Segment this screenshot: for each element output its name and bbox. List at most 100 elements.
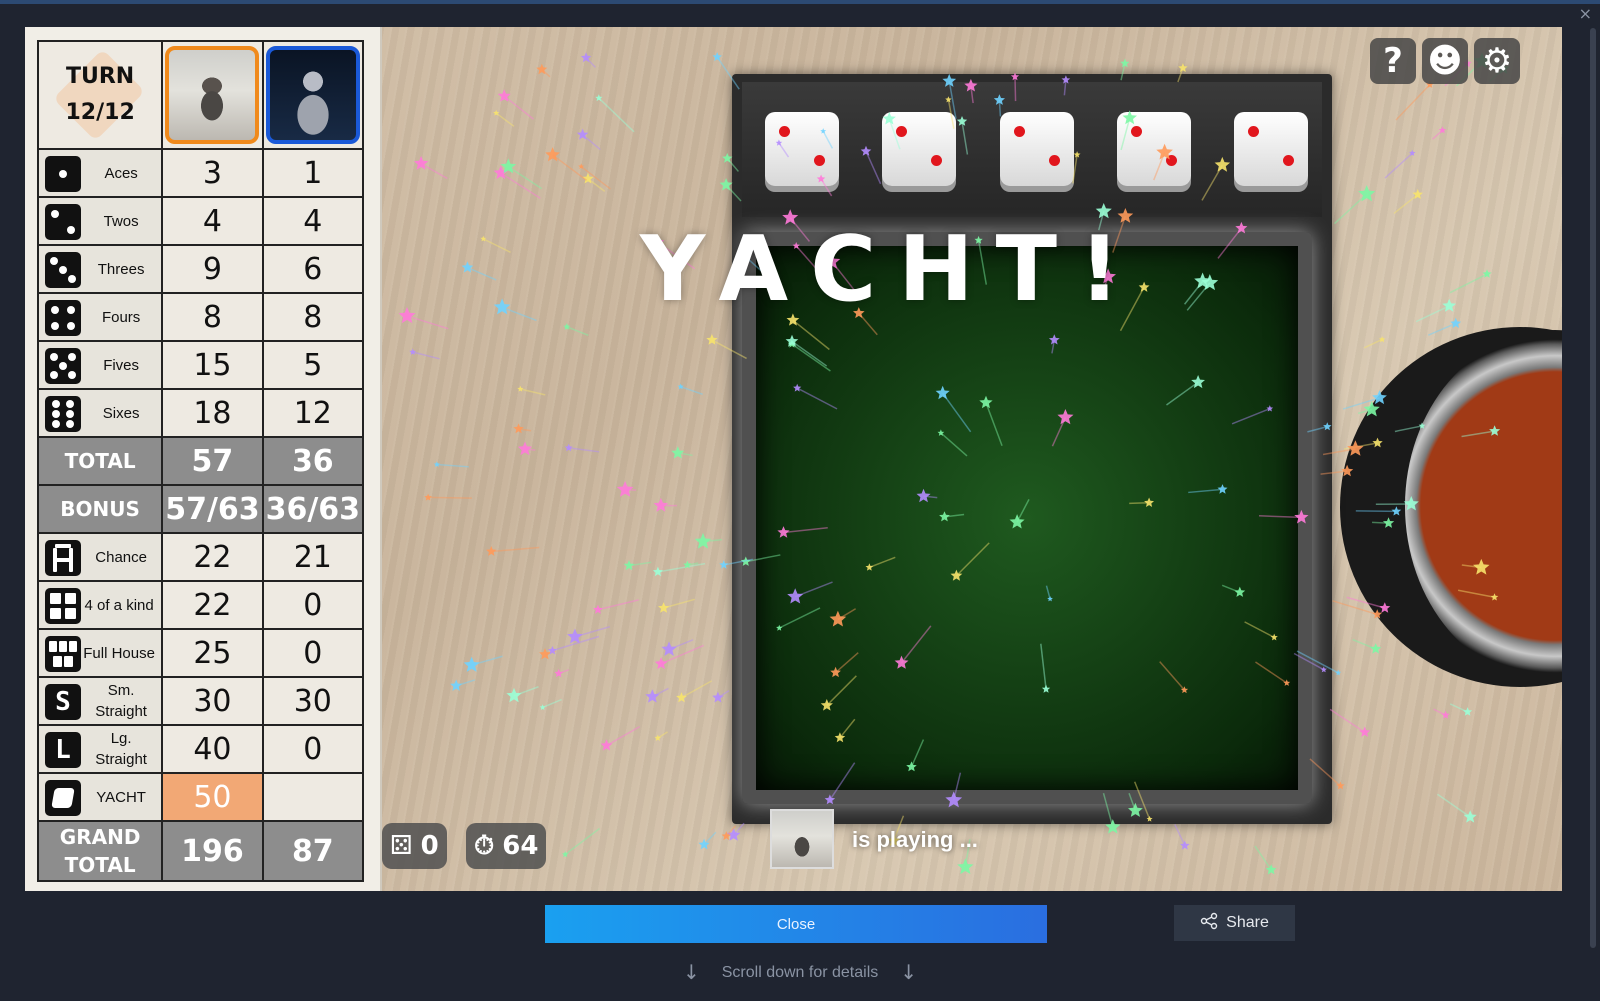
particle-trail bbox=[541, 68, 551, 78]
die-three-icon bbox=[45, 252, 81, 288]
star-particle bbox=[1335, 669, 1342, 676]
player2-score: 36/63 bbox=[263, 486, 365, 532]
score-row-yacht[interactable]: YACHT 50 bbox=[39, 774, 365, 822]
share-label: Share bbox=[1226, 914, 1269, 931]
four-of-a-kind-icon bbox=[45, 588, 81, 624]
score-row-twos[interactable]: Twos 4 4 bbox=[39, 198, 365, 246]
particle-trail bbox=[500, 172, 541, 199]
score-row-full-house[interactable]: Full House 25 0 bbox=[39, 630, 365, 678]
player1-score: 15 bbox=[163, 342, 264, 388]
star-particle bbox=[1442, 298, 1457, 312]
particle-trail bbox=[1329, 708, 1366, 733]
player1-score: 18 bbox=[163, 390, 264, 436]
player1-score: 57 bbox=[163, 438, 264, 484]
score-row-threes[interactable]: Threes 9 6 bbox=[39, 246, 365, 294]
player1-score-highlight[interactable]: 50 bbox=[163, 774, 264, 820]
particle-trail bbox=[687, 562, 699, 566]
player-status-text: is playing ... bbox=[852, 827, 978, 852]
yacht-banner: YACHT! bbox=[640, 217, 1143, 322]
player2-avatar[interactable] bbox=[265, 46, 360, 144]
star-particle bbox=[576, 128, 589, 140]
page-scrollbar[interactable] bbox=[1590, 28, 1596, 948]
player2-score bbox=[263, 774, 365, 820]
current-player-avatar bbox=[770, 809, 834, 869]
emote-button[interactable]: ☻ bbox=[1422, 38, 1468, 84]
die-5[interactable] bbox=[1234, 112, 1308, 186]
star-particle bbox=[580, 52, 592, 63]
die-1[interactable] bbox=[765, 112, 839, 186]
row-label: 4 of a kind bbox=[84, 596, 154, 614]
particle-trail bbox=[1384, 152, 1413, 179]
particle-trail bbox=[657, 562, 706, 573]
particle-trail bbox=[513, 686, 539, 697]
star-particle bbox=[539, 704, 546, 710]
full-house-icon bbox=[45, 636, 81, 672]
score-row-chance[interactable]: Chance 22 21 bbox=[39, 534, 365, 582]
star-particle bbox=[677, 383, 684, 390]
particle-trail bbox=[467, 266, 497, 281]
particle-trail bbox=[501, 306, 537, 322]
die-4[interactable] bbox=[1117, 112, 1191, 186]
particle-trail bbox=[660, 644, 704, 665]
star-particle bbox=[676, 692, 687, 703]
die-3[interactable] bbox=[1000, 112, 1074, 186]
share-icon bbox=[1200, 912, 1218, 935]
particle-trail bbox=[428, 496, 472, 499]
particle-trail bbox=[703, 831, 717, 846]
star-particle bbox=[1358, 185, 1376, 202]
score-row-small-straight[interactable]: S Sm. Straight 30 30 bbox=[39, 678, 365, 726]
star-particle bbox=[957, 858, 974, 874]
particle-trail bbox=[455, 679, 476, 687]
score-row-sixes[interactable]: Sixes 18 12 bbox=[39, 390, 365, 438]
dice-icon: ⚄ bbox=[390, 831, 413, 861]
particle-trail bbox=[733, 822, 745, 836]
score-row-fours[interactable]: Fours 8 8 bbox=[39, 294, 365, 342]
star-particle bbox=[712, 691, 724, 703]
particle-trail bbox=[582, 134, 601, 151]
share-button[interactable]: Share bbox=[1174, 905, 1295, 941]
grand-total-line2: TOTAL bbox=[64, 853, 136, 877]
particle-trail bbox=[507, 166, 543, 190]
help-button[interactable]: ? bbox=[1370, 38, 1416, 84]
die-2[interactable] bbox=[882, 112, 956, 186]
particle-trail bbox=[564, 827, 601, 856]
turn-label: TURN bbox=[66, 64, 135, 89]
particle-trail bbox=[524, 448, 536, 451]
particle-trail bbox=[436, 463, 469, 468]
particle-trail bbox=[558, 669, 570, 675]
particle-trail bbox=[566, 326, 589, 337]
chance-icon bbox=[45, 540, 81, 576]
star-particle bbox=[712, 52, 722, 61]
star-particle bbox=[721, 831, 731, 841]
particle-trail bbox=[420, 162, 448, 180]
game-view: YACHT! ? ☻ ⚙ ⚄ 0 ⏱ 64 is playing ... TUR… bbox=[25, 27, 1562, 891]
particle-trail bbox=[606, 725, 641, 747]
die-one-icon bbox=[45, 156, 81, 192]
window-close-icon[interactable]: × bbox=[1579, 4, 1592, 23]
score-row-aces[interactable]: Aces 3 1 bbox=[39, 150, 365, 198]
particle-trail bbox=[1449, 273, 1488, 294]
particle-trail bbox=[587, 178, 606, 192]
particle-trail bbox=[1415, 305, 1450, 323]
particle-trail bbox=[585, 57, 596, 68]
score-row-fives[interactable]: Fives 15 5 bbox=[39, 342, 365, 390]
score-row-four-of-a-kind[interactable]: 4 of a kind 22 0 bbox=[39, 582, 365, 630]
player2-score: 6 bbox=[263, 246, 365, 292]
arrow-down-icon: ↓ bbox=[682, 960, 700, 984]
star-particle bbox=[493, 165, 508, 180]
particle-trail bbox=[1449, 703, 1468, 713]
yacht-icon bbox=[45, 780, 81, 816]
settings-button[interactable]: ⚙ bbox=[1474, 38, 1520, 84]
smiley-icon: ☻ bbox=[1427, 41, 1463, 81]
scorecard-panel: TURN 12/12 Aces 3 1 Twos 4 4 Threes 9 6 bbox=[25, 27, 382, 891]
row-label: Sm. Straight bbox=[95, 682, 147, 720]
score-row-grand-total: GRAND TOTAL 196 87 bbox=[39, 822, 365, 882]
row-label: BONUS bbox=[39, 486, 164, 532]
close-button[interactable]: Close bbox=[545, 905, 1047, 943]
star-particle bbox=[536, 63, 548, 75]
star-particle bbox=[517, 441, 533, 456]
player1-avatar[interactable] bbox=[165, 46, 260, 144]
player1-score: 30 bbox=[163, 678, 264, 724]
star-particle bbox=[398, 307, 416, 324]
score-row-large-straight[interactable]: L Lg. Straight 40 0 bbox=[39, 726, 365, 774]
